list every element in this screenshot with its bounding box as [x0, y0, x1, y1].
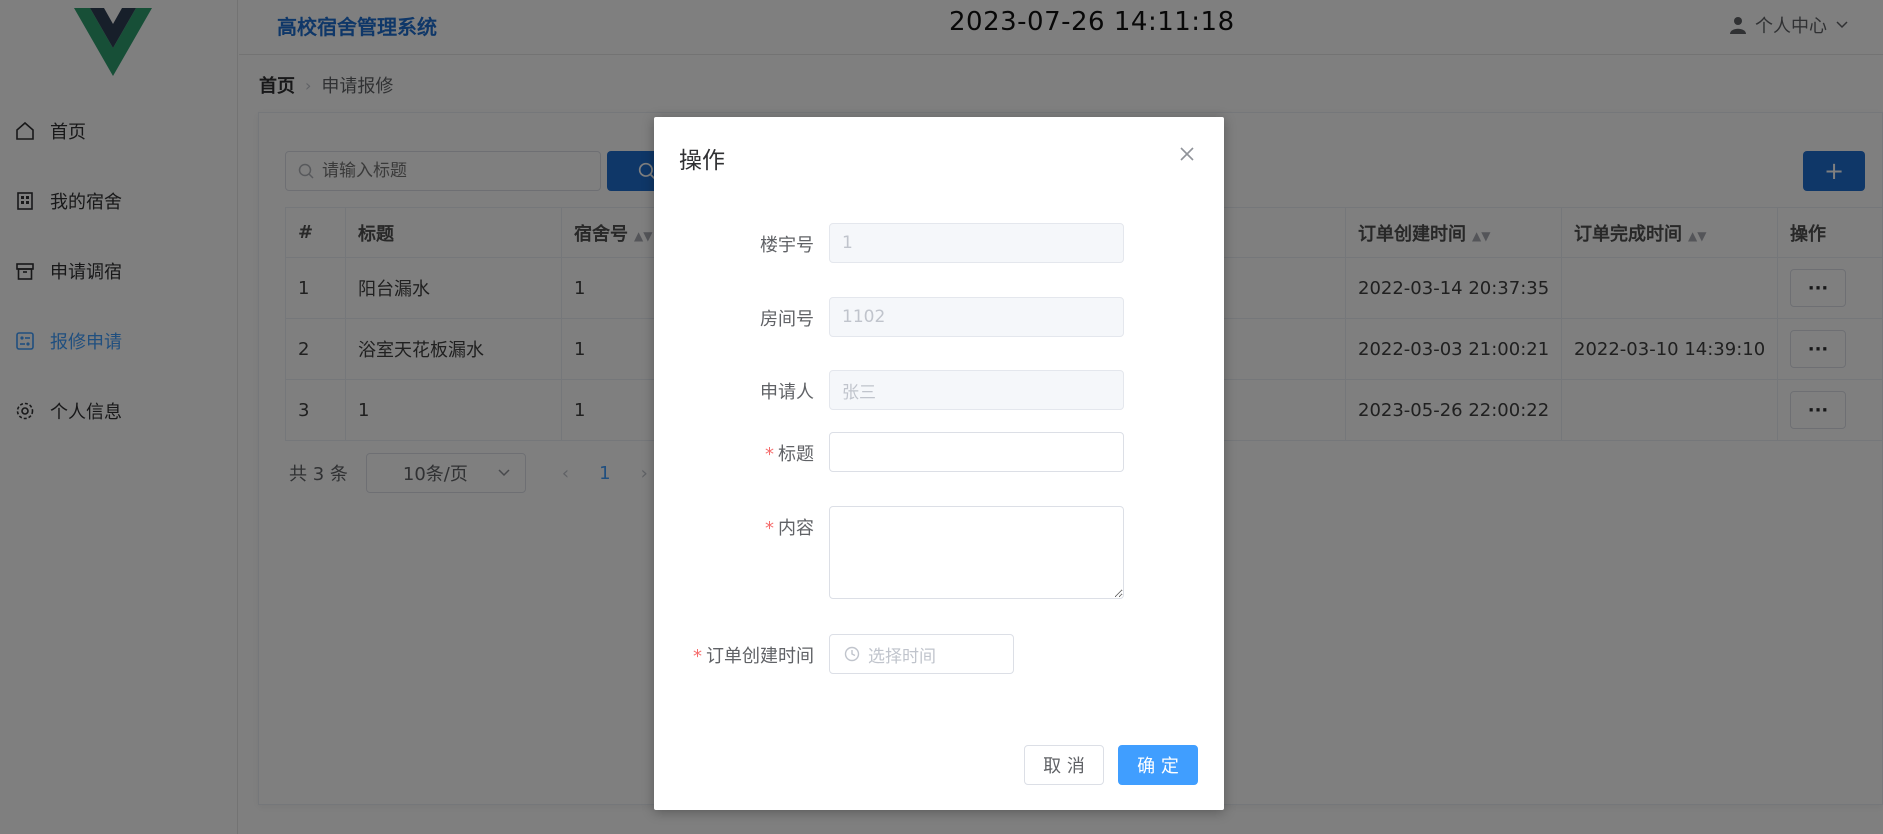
- cancel-button[interactable]: 取 消: [1024, 745, 1104, 785]
- form-row-created-time: * 订单创建时间 选择时间: [654, 634, 1224, 674]
- form-row-title: * 标题: [654, 432, 1224, 472]
- form-row-building: 楼宇号: [654, 223, 1224, 263]
- building-label: 楼宇号: [760, 235, 814, 256]
- required-mark: *: [693, 646, 702, 667]
- content-label: * 内容: [765, 518, 814, 539]
- building-field: [829, 223, 1124, 263]
- time-placeholder: 选择时间: [868, 646, 936, 667]
- applicant-field: [829, 370, 1124, 410]
- title-label: * 标题: [765, 444, 814, 465]
- form-row-applicant: 申请人: [654, 370, 1224, 410]
- created-time-picker[interactable]: 选择时间: [829, 634, 1014, 674]
- applicant-label: 申请人: [760, 382, 814, 403]
- confirm-button[interactable]: 确 定: [1118, 745, 1198, 785]
- room-field: [829, 297, 1124, 337]
- content-textarea[interactable]: [829, 506, 1124, 599]
- clock-icon: [844, 646, 860, 662]
- operation-dialog: 操作 楼宇号 房间号 申请人 *标题 *内容 *订单创建时间 选择时间 取 消 …: [654, 117, 1224, 810]
- form-row-content: * 内容: [654, 506, 1224, 599]
- required-mark: *: [765, 518, 774, 539]
- title-field[interactable]: [829, 432, 1124, 472]
- dialog-title: 操作: [679, 148, 725, 174]
- close-icon[interactable]: [1176, 143, 1198, 165]
- created-time-label: * 订单创建时间: [693, 646, 814, 667]
- room-label: 房间号: [760, 309, 814, 330]
- form-row-room: 房间号: [654, 297, 1224, 337]
- required-mark: *: [765, 444, 774, 465]
